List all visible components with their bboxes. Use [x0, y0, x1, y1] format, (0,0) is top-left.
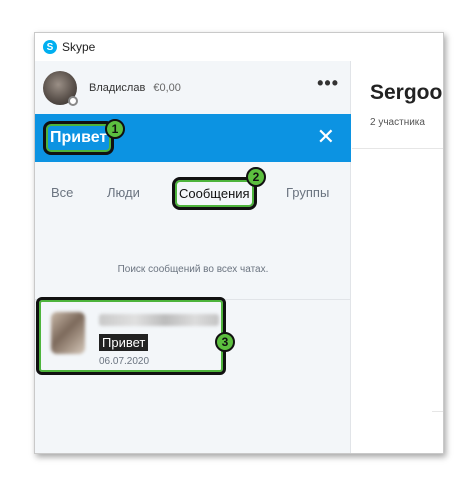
search-result-item[interactable]: Привет 06.07.2020: [36, 297, 226, 375]
profile-name[interactable]: Владислав: [89, 82, 145, 94]
step-badge-1: 1: [105, 119, 125, 139]
window-title: Skype: [62, 40, 96, 54]
result-avatar: [51, 312, 85, 354]
skype-logo-icon: S: [43, 40, 57, 54]
step-badge-3: 3: [215, 332, 235, 352]
tab-people[interactable]: Люди: [107, 185, 140, 200]
profile-balance[interactable]: €0,00: [153, 82, 181, 94]
chat-title: Sergoo: [370, 81, 443, 104]
step-badge-2: 2: [246, 167, 266, 187]
close-search-button[interactable]: ✕: [317, 126, 335, 148]
result-snippet: Привет: [99, 334, 149, 351]
search-tabs: Все Люди Сообщения Группы: [35, 162, 351, 224]
tab-all[interactable]: Все: [51, 185, 73, 200]
result-name-blurred: [99, 314, 219, 326]
tab-messages[interactable]: Сообщения: [172, 177, 257, 210]
chat-divider: [352, 148, 443, 149]
more-options-button[interactable]: •••: [317, 73, 339, 94]
title-bar: S Skype: [35, 33, 443, 61]
tab-groups[interactable]: Группы: [286, 185, 329, 200]
search-bar: Привет ✕: [35, 114, 351, 162]
chat-participants: 2 участника: [370, 117, 425, 128]
avatar[interactable]: [43, 70, 78, 106]
chat-divider-lower: [432, 411, 443, 412]
sidebar: Владислав €0,00 ••• Привет ✕ Все Люди Со…: [35, 61, 351, 453]
search-hint: Поиск сообщений во всех чатах.: [117, 264, 269, 275]
status-icon: [68, 95, 78, 106]
chat-pane: Sergoo 2 участника: [352, 61, 443, 453]
profile-header: Владислав €0,00 •••: [35, 61, 351, 114]
search-input[interactable]: Привет: [43, 121, 115, 155]
result-date: 06.07.2020: [99, 356, 150, 367]
skype-window: S Skype Владислав €0,00 ••• Привет ✕ Все…: [34, 32, 444, 454]
